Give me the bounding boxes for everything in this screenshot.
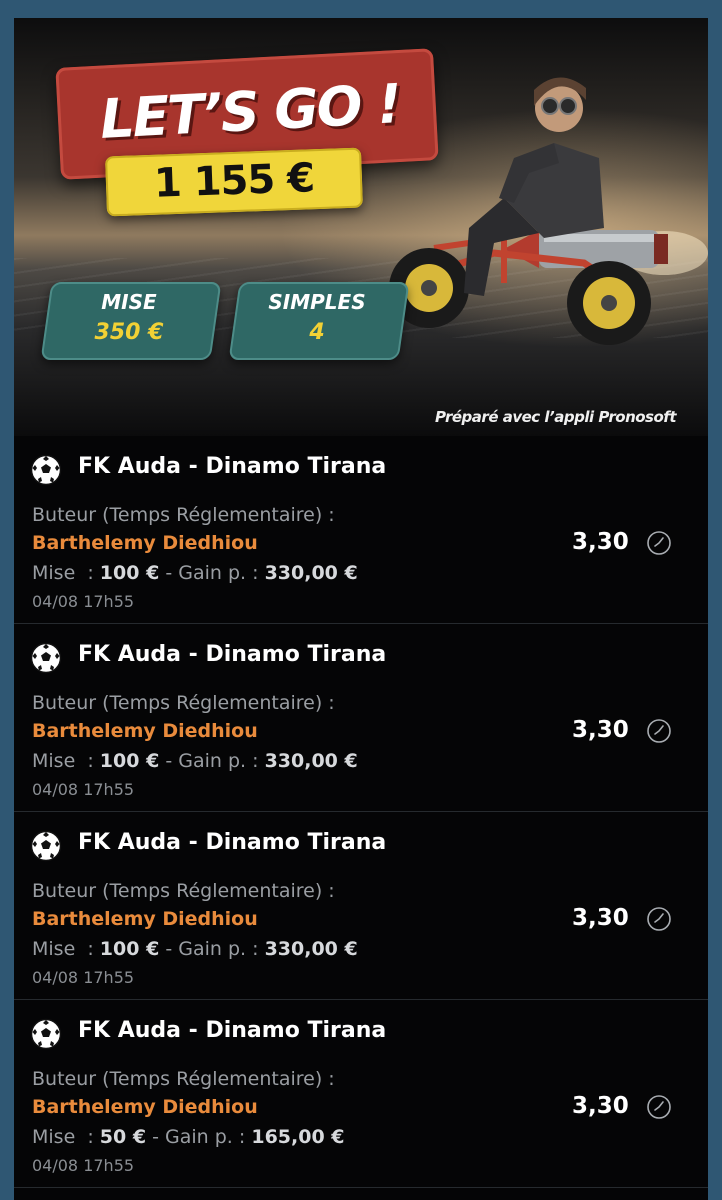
stake-label: Mise [32,1126,76,1148]
bet-item[interactable]: FK Auda - Dinamo Tirana Buteur (Temps Ré… [14,624,708,812]
soccer-ball-icon [30,454,62,486]
match-name: FK Auda - Dinamo Tirana [78,830,387,855]
bet-odds: 3,30 [572,529,629,555]
potential-gain-amount: 1 155 € [153,155,315,207]
soccer-ball-icon [30,1018,62,1050]
stake-value: 100 € [99,750,160,772]
match-name: FK Auda - Dinamo Tirana [78,1018,387,1043]
bet-slip-card: LET’S GO ! 1 155 € MISE 350 € SIMPLES 4 … [14,18,708,1200]
stake-line: Mise : 100 € - Gain p. : 330,00 € [32,750,358,772]
bet-date: 04/08 17h55 [32,968,135,987]
bet-date: 04/08 17h55 [32,592,135,611]
bet-selection: Barthelemy Diedhiou [32,720,258,742]
match-name: FK Auda - Dinamo Tirana [78,642,387,667]
bet-market: Buteur (Temps Réglementaire) : [32,1068,335,1090]
bet-market: Buteur (Temps Réglementaire) : [32,692,335,714]
soccer-ball-icon [30,642,62,674]
stake-label: Mise [32,938,76,960]
bet-odds: 3,30 [572,1093,629,1119]
stake-value: 50 € [99,1126,147,1148]
bet-selection: Barthelemy Diedhiou [32,532,258,554]
gain-value: 330,00 € [264,750,358,772]
stake-value: 100 € [99,938,160,960]
hero-banner: LET’S GO ! 1 155 € MISE 350 € SIMPLES 4 … [14,18,708,436]
bet-date: 04/08 17h55 [32,780,135,799]
stake-stat-label: MISE [101,290,157,314]
app-credit: Préparé avec l’appli Pronosoft [434,408,677,426]
bet-item[interactable]: FK Auda - Dinamo Tirana Buteur (Temps Ré… [14,436,708,624]
clock-icon [647,531,671,555]
bet-odds: 3,30 [572,717,629,743]
match-name: FK Auda - Dinamo Tirana [78,454,387,479]
bet-selection: Barthelemy Diedhiou [32,1096,258,1118]
bet-item[interactable]: FK Auda - Dinamo Tirana Buteur (Temps Ré… [14,1000,708,1188]
stake-value: 100 € [99,562,160,584]
stake-line: Mise : 50 € - Gain p. : 165,00 € [32,1126,345,1148]
stake-line: Mise : 100 € - Gain p. : 330,00 € [32,562,358,584]
gain-value: 330,00 € [264,938,358,960]
clock-icon [647,907,671,931]
gain-value: 165,00 € [251,1126,345,1148]
gain-label: Gain p. : [178,938,259,960]
bet-market: Buteur (Temps Réglementaire) : [32,880,335,902]
stake-label: Mise [32,750,76,772]
bet-date: 04/08 17h55 [32,1156,135,1175]
bet-market: Buteur (Temps Réglementaire) : [32,504,335,526]
bet-item[interactable]: FK Auda - Dinamo Tirana Buteur (Temps Ré… [14,812,708,1000]
stake-label: Mise [32,562,76,584]
stake-line: Mise : 100 € - Gain p. : 330,00 € [32,938,358,960]
soccer-ball-icon [30,830,62,862]
bet-selection: Barthelemy Diedhiou [32,908,258,930]
gain-label: Gain p. : [178,750,259,772]
bet-list: FK Auda - Dinamo Tirana Buteur (Temps Ré… [14,436,708,1188]
stake-stat-value: 350 € [94,320,164,345]
bet-odds: 3,30 [572,905,629,931]
gain-value: 330,00 € [264,562,358,584]
singles-stat-label: SIMPLES [268,290,366,314]
gain-label: Gain p. : [178,562,259,584]
clock-icon [647,1095,671,1119]
gain-label: Gain p. : [165,1126,246,1148]
clock-icon [647,719,671,743]
singles-stat-value: 4 [309,320,325,345]
